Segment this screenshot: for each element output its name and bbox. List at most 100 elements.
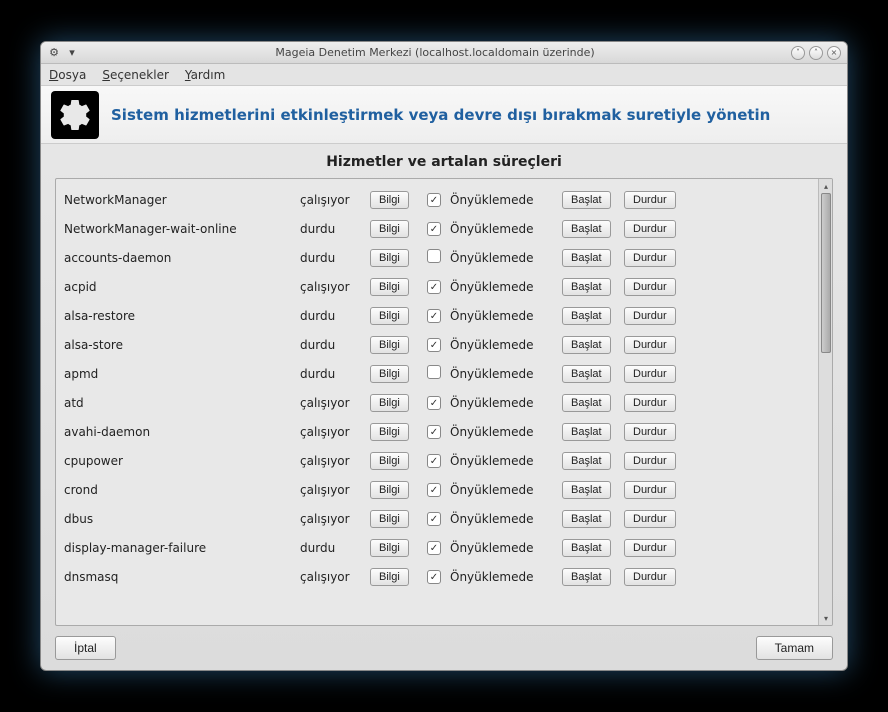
service-status: çalışıyor — [300, 454, 364, 468]
onboot-label: Önyüklemede — [450, 193, 556, 207]
onboot-checkbox[interactable]: ✓ — [427, 280, 441, 294]
onboot-checkbox[interactable]: ✓ — [427, 570, 441, 584]
maximize-button[interactable]: ˄ — [809, 46, 823, 60]
titlebar: ⚙ ▾ Mageia Denetim Merkezi (localhost.lo… — [41, 42, 847, 64]
menu-file[interactable]: Dosya — [49, 68, 86, 82]
stop-button[interactable]: Durdur — [624, 191, 676, 209]
info-button[interactable]: Bilgi — [370, 336, 409, 354]
start-button[interactable]: Başlat — [562, 481, 611, 499]
service-row: alsa-restoredurduBilgi✓ÖnyüklemedeBaşlat… — [64, 301, 810, 330]
stop-button[interactable]: Durdur — [624, 249, 676, 267]
onboot-label: Önyüklemede — [450, 425, 556, 439]
info-button[interactable]: Bilgi — [370, 423, 409, 441]
service-name: atd — [64, 396, 294, 410]
service-status: çalışıyor — [300, 483, 364, 497]
stop-button[interactable]: Durdur — [624, 452, 676, 470]
service-name: acpid — [64, 280, 294, 294]
menubar: Dosya Seçenekler Yardım — [41, 64, 847, 86]
info-button[interactable]: Bilgi — [370, 568, 409, 586]
onboot-label: Önyüklemede — [450, 541, 556, 555]
service-row: NetworkManager-wait-onlinedurduBilgi✓Öny… — [64, 214, 810, 243]
close-button[interactable]: × — [827, 46, 841, 60]
service-name: dbus — [64, 512, 294, 526]
ok-button[interactable]: Tamam — [756, 636, 833, 660]
window-title: Mageia Denetim Merkezi (localhost.locald… — [79, 46, 791, 59]
start-button[interactable]: Başlat — [562, 220, 611, 238]
start-button[interactable]: Başlat — [562, 510, 611, 528]
stop-button[interactable]: Durdur — [624, 394, 676, 412]
start-button[interactable]: Başlat — [562, 568, 611, 586]
stop-button[interactable]: Durdur — [624, 510, 676, 528]
service-status: çalışıyor — [300, 280, 364, 294]
start-button[interactable]: Başlat — [562, 191, 611, 209]
onboot-label: Önyüklemede — [450, 396, 556, 410]
info-button[interactable]: Bilgi — [370, 539, 409, 557]
scroll-up-icon[interactable]: ▴ — [819, 179, 833, 193]
onboot-checkbox[interactable]: ✓ — [427, 309, 441, 323]
info-button[interactable]: Bilgi — [370, 220, 409, 238]
onboot-checkbox[interactable] — [427, 365, 441, 379]
onboot-checkbox[interactable]: ✓ — [427, 193, 441, 207]
onboot-checkbox[interactable]: ✓ — [427, 425, 441, 439]
dropdown-icon[interactable]: ▾ — [65, 46, 79, 60]
stop-button[interactable]: Durdur — [624, 278, 676, 296]
service-name: dnsmasq — [64, 570, 294, 584]
cancel-button[interactable]: İptal — [55, 636, 116, 660]
menu-options[interactable]: Seçenekler — [102, 68, 169, 82]
onboot-checkbox[interactable] — [427, 249, 441, 263]
info-button[interactable]: Bilgi — [370, 307, 409, 325]
start-button[interactable]: Başlat — [562, 539, 611, 557]
info-button[interactable]: Bilgi — [370, 365, 409, 383]
stop-button[interactable]: Durdur — [624, 220, 676, 238]
service-status: durdu — [300, 338, 364, 352]
info-button[interactable]: Bilgi — [370, 191, 409, 209]
stop-button[interactable]: Durdur — [624, 481, 676, 499]
info-button[interactable]: Bilgi — [370, 394, 409, 412]
main-window: ⚙ ▾ Mageia Denetim Merkezi (localhost.lo… — [40, 41, 848, 671]
service-status: durdu — [300, 541, 364, 555]
service-name: crond — [64, 483, 294, 497]
onboot-checkbox[interactable]: ✓ — [427, 483, 441, 497]
onboot-checkbox[interactable]: ✓ — [427, 454, 441, 468]
info-button[interactable]: Bilgi — [370, 510, 409, 528]
info-button[interactable]: Bilgi — [370, 481, 409, 499]
service-row: acpidçalışıyorBilgi✓ÖnyüklemedeBaşlatDur… — [64, 272, 810, 301]
stop-button[interactable]: Durdur — [624, 568, 676, 586]
info-button[interactable]: Bilgi — [370, 249, 409, 267]
service-name: alsa-store — [64, 338, 294, 352]
start-button[interactable]: Başlat — [562, 423, 611, 441]
onboot-checkbox[interactable]: ✓ — [427, 512, 441, 526]
services-panel: NetworkManagerçalışıyorBilgi✓Önyüklemede… — [55, 178, 833, 626]
stop-button[interactable]: Durdur — [624, 423, 676, 441]
onboot-label: Önyüklemede — [450, 251, 556, 265]
scroll-thumb[interactable] — [821, 193, 831, 353]
onboot-checkbox[interactable]: ✓ — [427, 222, 441, 236]
stop-button[interactable]: Durdur — [624, 365, 676, 383]
start-button[interactable]: Başlat — [562, 394, 611, 412]
onboot-checkbox[interactable]: ✓ — [427, 338, 441, 352]
service-name: NetworkManager-wait-online — [64, 222, 294, 236]
start-button[interactable]: Başlat — [562, 307, 611, 325]
stop-button[interactable]: Durdur — [624, 307, 676, 325]
service-row: display-manager-failuredurduBilgi✓Önyükl… — [64, 533, 810, 562]
service-status: çalışıyor — [300, 512, 364, 526]
info-button[interactable]: Bilgi — [370, 452, 409, 470]
onboot-checkbox[interactable]: ✓ — [427, 541, 441, 555]
stop-button[interactable]: Durdur — [624, 539, 676, 557]
minimize-button[interactable]: ˅ — [791, 46, 805, 60]
stop-button[interactable]: Durdur — [624, 336, 676, 354]
start-button[interactable]: Başlat — [562, 365, 611, 383]
scrollbar[interactable]: ▴ ▾ — [818, 179, 832, 625]
scroll-down-icon[interactable]: ▾ — [819, 611, 833, 625]
onboot-label: Önyüklemede — [450, 367, 556, 381]
start-button[interactable]: Başlat — [562, 278, 611, 296]
start-button[interactable]: Başlat — [562, 452, 611, 470]
service-status: çalışıyor — [300, 425, 364, 439]
onboot-checkbox[interactable]: ✓ — [427, 396, 441, 410]
start-button[interactable]: Başlat — [562, 249, 611, 267]
service-row: cpupowerçalışıyorBilgi✓ÖnyüklemedeBaşlat… — [64, 446, 810, 475]
info-button[interactable]: Bilgi — [370, 278, 409, 296]
service-status: çalışıyor — [300, 396, 364, 410]
menu-help[interactable]: Yardım — [185, 68, 225, 82]
start-button[interactable]: Başlat — [562, 336, 611, 354]
